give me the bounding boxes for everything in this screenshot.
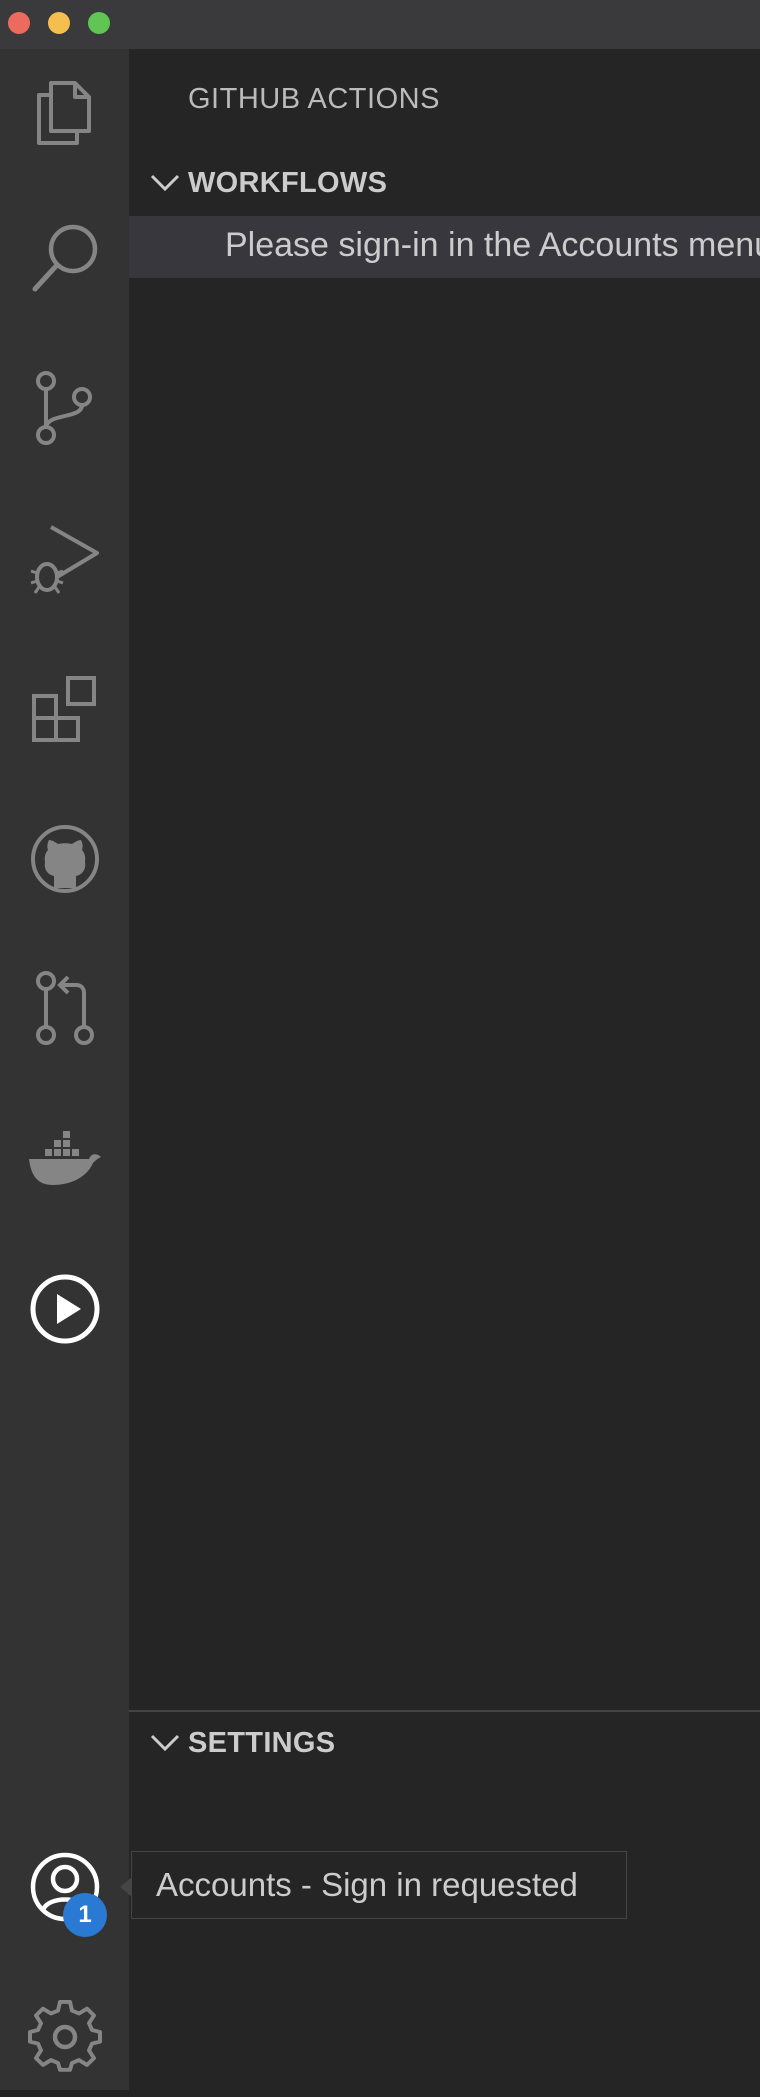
window-close-button[interactable] [8,12,30,34]
run-debug-icon [30,525,99,594]
chevron-down-icon [145,174,185,192]
section-divider [129,1710,760,1712]
accounts-badge: 1 [63,1893,107,1937]
activity-pull-requests[interactable] [0,949,129,1069]
title-bar [0,0,760,49]
play-circle-icon [30,1274,99,1344]
activity-search[interactable] [0,199,129,319]
activity-docker[interactable] [0,1099,129,1219]
activity-accounts[interactable] [0,1827,129,1947]
window-maximize-button[interactable] [88,12,110,34]
activity-extensions[interactable] [0,649,129,769]
docker-icon [28,1131,101,1185]
gear-icon [27,2000,102,2072]
activity-bar [0,49,129,2090]
files-icon [36,81,91,145]
workflows-signin-text: Please sign-in in the Accounts menu. [225,226,760,264]
activity-github-actions[interactable] [0,1249,129,1369]
sidebar: GITHUB ACTIONS WORKFLOWS Please sign-in … [129,49,760,2090]
source-control-icon [35,371,92,445]
github-icon [30,825,99,893]
section-workflows-header[interactable]: WORKFLOWS [129,155,760,211]
activity-explorer[interactable] [0,49,129,169]
sidebar-title: GITHUB ACTIONS [188,83,440,115]
activity-run-debug[interactable] [0,499,129,619]
pull-request-icon [35,971,94,1045]
workflows-signin-item[interactable]: Please sign-in in the Accounts menu. [129,216,760,278]
accounts-tooltip: Accounts - Sign in requested [131,1851,627,1919]
search-icon [32,224,97,292]
section-settings-header[interactable]: SETTINGS [129,1715,760,1771]
section-settings-label: SETTINGS [188,1726,336,1759]
activity-manage[interactable] [0,1977,129,2097]
activity-source-control[interactable] [0,349,129,469]
window-minimize-button[interactable] [48,12,70,34]
extensions-icon [31,676,96,742]
activity-github[interactable] [0,799,129,919]
section-workflows-label: WORKFLOWS [188,166,388,199]
chevron-down-icon [145,1734,185,1752]
